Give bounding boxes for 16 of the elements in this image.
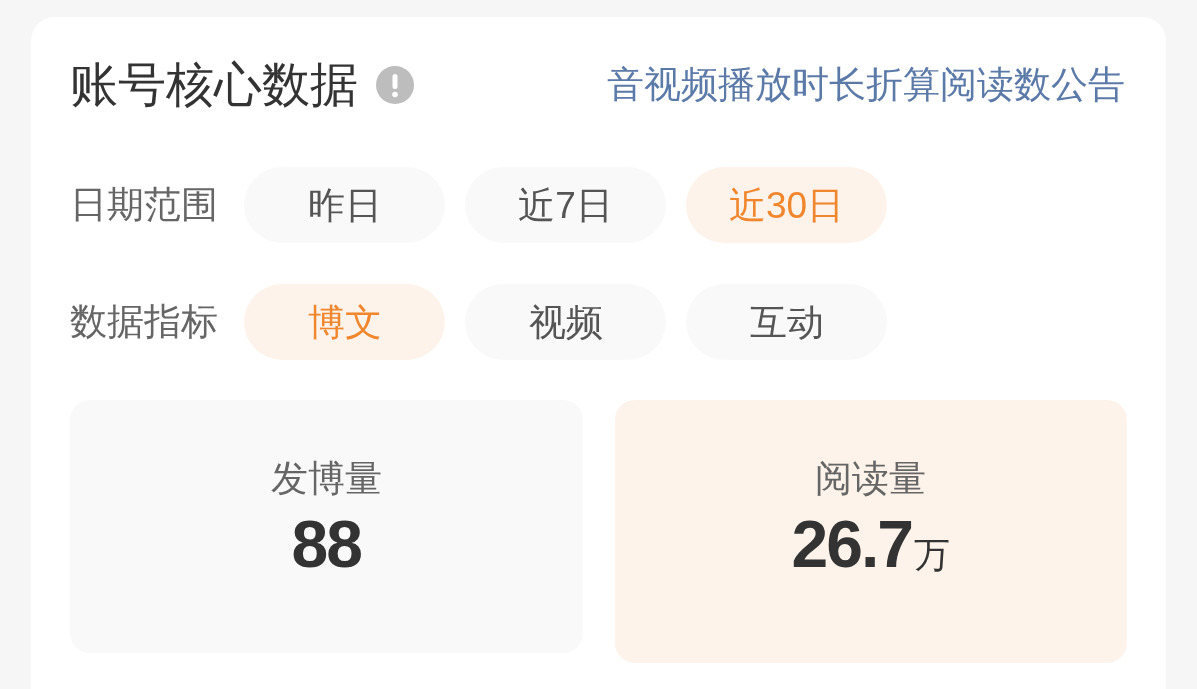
stat-card[interactable]: 阅读量 26.7万 (614, 400, 1127, 663)
notice-link[interactable]: 音视频播放时长折算阅读数公告 (607, 60, 1125, 110)
filter-pill[interactable]: 互动 (686, 284, 887, 360)
filter-pill[interactable]: 视频 (465, 284, 666, 360)
filter-label: 日期范围 (70, 183, 219, 227)
stat-value: 88 (291, 506, 361, 582)
panel-title: 账号核心数据 (70, 57, 358, 113)
filter-pill[interactable]: 近7日 (465, 167, 666, 243)
exclamation-icon[interactable] (376, 66, 414, 104)
filter-pill[interactable]: 昨日 (244, 167, 445, 243)
filter-label: 数据指标 (70, 300, 219, 344)
stat-label: 阅读量 (814, 457, 928, 501)
stat-label: 发博量 (269, 457, 383, 501)
stat-card[interactable]: 发博量 88 (70, 400, 583, 653)
stat-value: 26.7 (791, 506, 912, 582)
stat-unit: 万 (914, 535, 950, 575)
